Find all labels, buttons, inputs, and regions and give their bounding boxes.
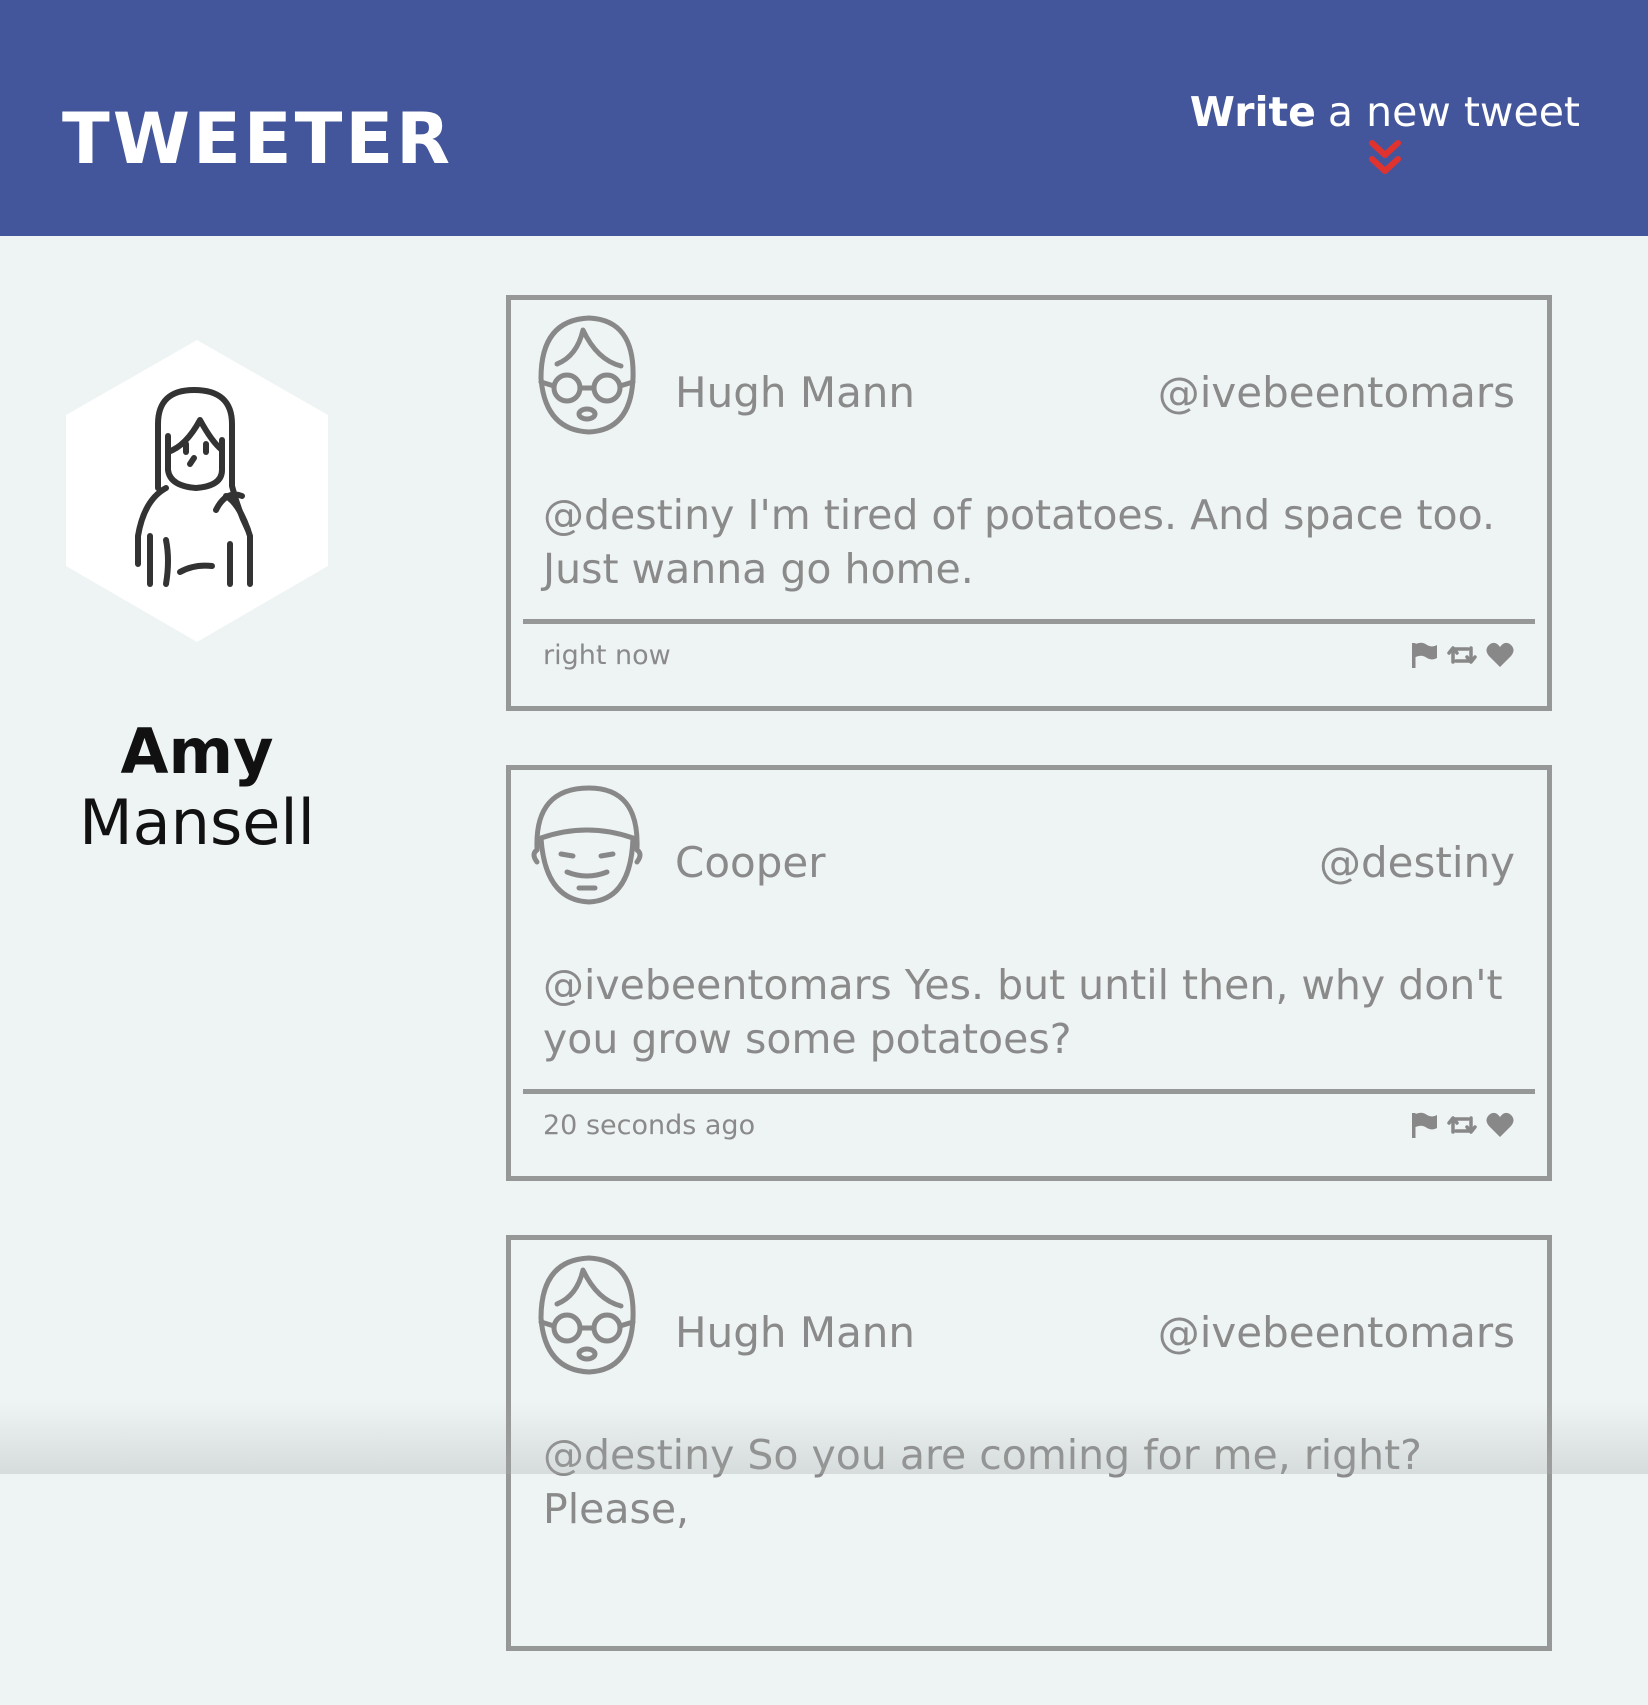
tweet-divider (523, 1089, 1535, 1094)
tweet-author-handle[interactable]: @ivebeentomars (1158, 368, 1515, 417)
top-nav-bar: TWEETER Writea new tweet (0, 0, 1648, 236)
tweet-timestamp: 20 seconds ago (543, 1110, 755, 1141)
write-new-tweet-button[interactable]: Writea new tweet (1190, 92, 1580, 179)
flag-icon[interactable] (1409, 1110, 1439, 1140)
tweet-timestamp: right now (543, 640, 671, 671)
tweet-text: @destiny So you are coming for me, right… (543, 1428, 1523, 1536)
heart-icon[interactable] (1485, 640, 1515, 670)
tweet-author-name[interactable]: Hugh Mann (675, 1308, 915, 1357)
man-with-glasses-avatar-icon (527, 1248, 647, 1378)
man-with-glasses-avatar-icon (527, 308, 647, 438)
profile-last-name: Mansell (66, 786, 328, 860)
brand-logo[interactable]: TWEETER (62, 104, 453, 174)
flag-icon[interactable] (1409, 640, 1439, 670)
tweet-divider (523, 619, 1535, 624)
tweet-actions (1409, 1110, 1515, 1140)
tweet-card: Hugh Mann @ivebeentomars @destiny I'm ti… (506, 295, 1552, 711)
tweet-author-name[interactable]: Hugh Mann (675, 368, 915, 417)
woman-avatar-icon (66, 340, 328, 642)
tweet-author-handle[interactable]: @destiny (1319, 838, 1515, 887)
user-profile: Amy Mansell (66, 340, 328, 861)
chevron-double-down-icon[interactable] (1368, 139, 1402, 179)
smiling-man-avatar-icon (527, 778, 647, 908)
tweet-author-handle[interactable]: @ivebeentomars (1158, 1308, 1515, 1357)
write-new-tweet-label: Writea new tweet (1190, 92, 1580, 133)
tweet-card: Hugh Mann @ivebeentomars @destiny So you… (506, 1235, 1552, 1651)
tweet-feed: Hugh Mann @ivebeentomars @destiny I'm ti… (506, 295, 1552, 1705)
retweet-icon[interactable] (1447, 640, 1477, 670)
tweet-card: Cooper @destiny @ivebeentomars Yes. but … (506, 765, 1552, 1181)
tweet-text: @ivebeentomars Yes. but until then, why … (543, 958, 1523, 1066)
tweet-actions (1409, 640, 1515, 670)
tweet-author-name[interactable]: Cooper (675, 838, 826, 887)
retweet-icon[interactable] (1447, 1110, 1477, 1140)
compose-label-rest: a new tweet (1328, 88, 1580, 136)
profile-first-name: Amy (66, 718, 328, 786)
heart-icon[interactable] (1485, 1110, 1515, 1140)
compose-label-strong: Write (1190, 88, 1316, 136)
tweet-text: @destiny I'm tired of potatoes. And spac… (543, 488, 1523, 596)
